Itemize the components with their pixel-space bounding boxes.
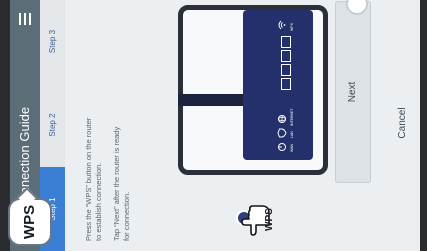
lan-port	[281, 78, 291, 90]
wps-callout-label: WPS	[264, 208, 275, 231]
lan-port	[281, 64, 291, 76]
label-lan: LAN	[290, 131, 294, 138]
wps-badge: WPS	[8, 198, 52, 246]
cancel-button[interactable]: Cancel	[388, 3, 418, 243]
wifi-icon	[278, 20, 286, 30]
shield-icon	[277, 128, 287, 138]
instruction-tap-next: Tap “Next” after the router is ready for…	[112, 126, 131, 241]
instruction-press-wps: Press the “WPS” button on the router to …	[84, 117, 103, 241]
label-wan: WAN	[290, 143, 294, 152]
device-bezel-bottom	[420, 0, 427, 251]
app-screen: Connection Guide Step 1 Step 2 Step 3 Pr…	[0, 0, 427, 251]
router-illustration: WAN LAN INTERNET WPS	[178, 5, 328, 175]
tab-step-3[interactable]: Step 3	[40, 0, 65, 83]
router-body: WAN LAN INTERNET WPS	[243, 10, 313, 160]
label-wps-small: WPS	[290, 23, 294, 31]
globe-icon	[278, 115, 286, 123]
menu-icon[interactable]	[19, 13, 31, 25]
router-antenna	[178, 94, 253, 106]
lan-port	[281, 50, 291, 62]
label-internet: INTERNET	[290, 108, 294, 127]
next-button[interactable]: Next	[335, 1, 371, 183]
tab-step-2[interactable]: Step 2	[40, 83, 65, 167]
power-icon	[278, 143, 286, 151]
wan-port	[281, 36, 291, 48]
